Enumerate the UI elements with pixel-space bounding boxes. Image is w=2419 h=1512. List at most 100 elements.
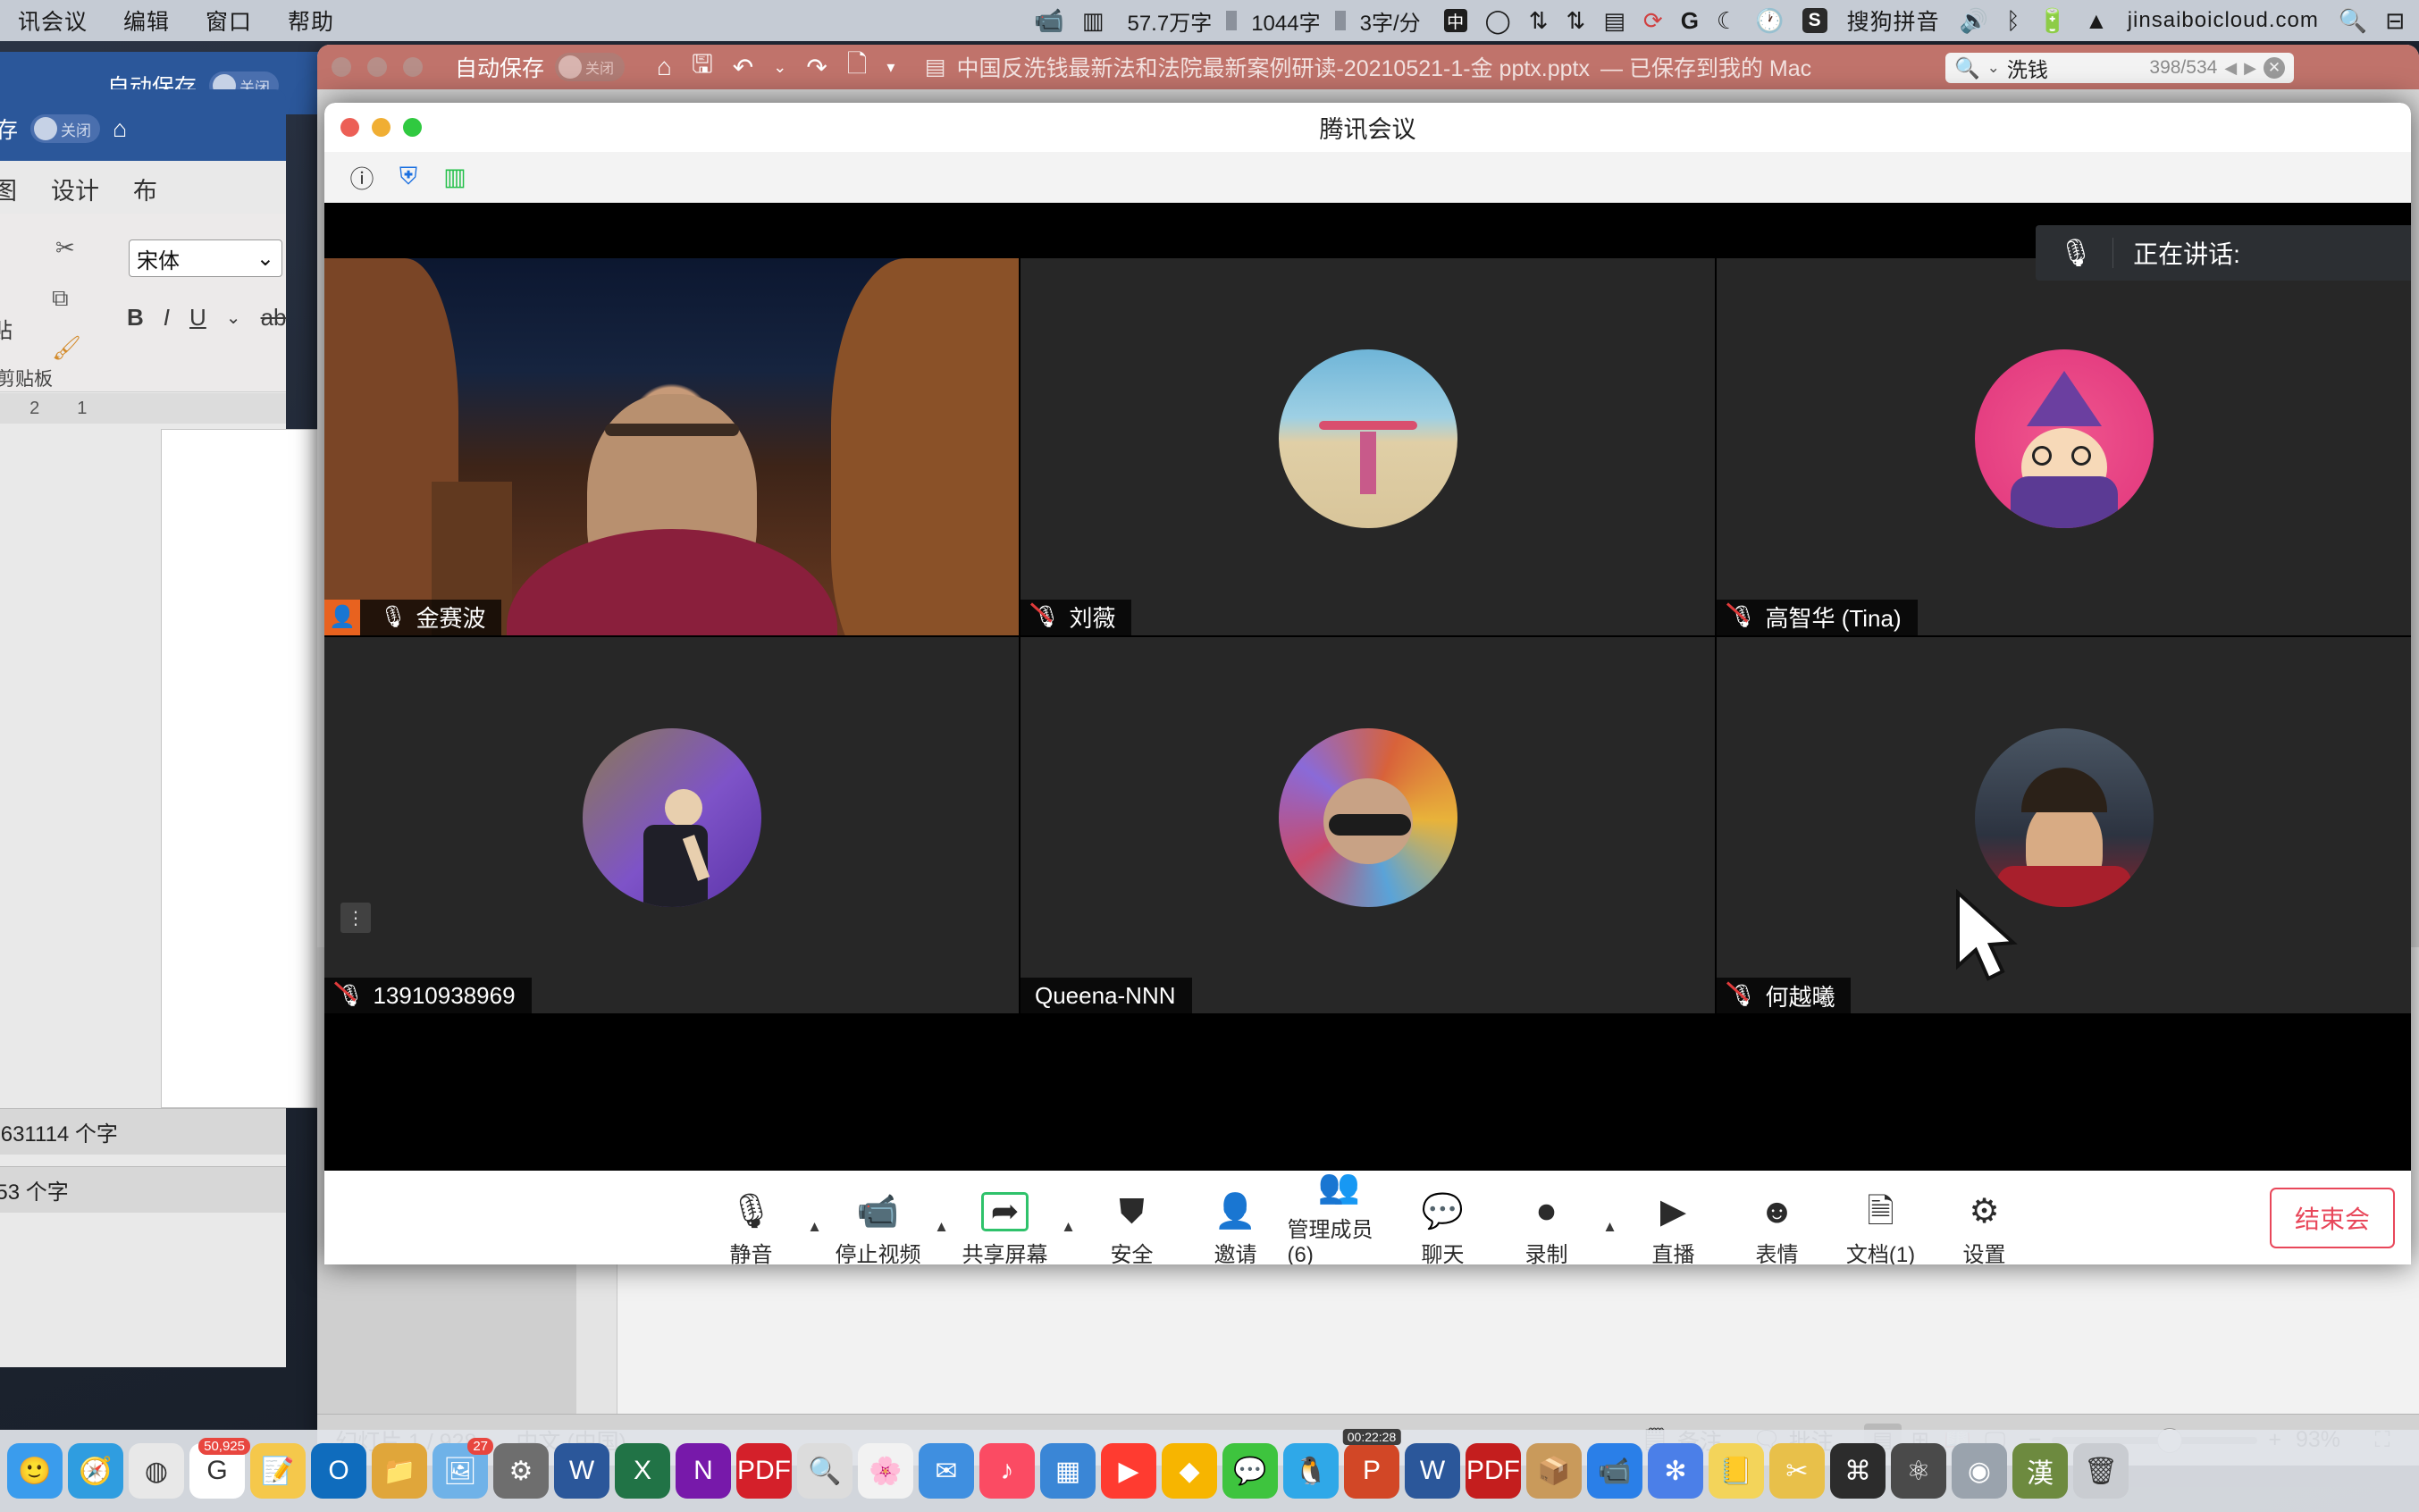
end-meeting-button[interactable]: 结束会 xyxy=(2269,1187,2395,1248)
invite-button[interactable]: 👤 邀请 xyxy=(1184,1192,1288,1264)
battery-charging-icon[interactable]: 🔋 xyxy=(2038,7,2067,35)
powerpoint-search-box[interactable]: 🔍 ⌄ 洗钱 398/534 ◀ ▶ ✕ xyxy=(1945,53,2294,83)
server-icon[interactable]: ▤ xyxy=(1603,7,1625,35)
manage-participants-button[interactable]: 👥 管理成员(6) xyxy=(1288,1167,1391,1264)
dock-item-acrobat[interactable]: PDF xyxy=(736,1443,792,1499)
meeting-toolbar[interactable]: ⓘ ⛨ ▥ xyxy=(324,152,2411,203)
word-statistics[interactable]: 57.7万字 1044字 3字/分 xyxy=(1121,5,1425,37)
g-app-icon[interactable]: G xyxy=(1681,7,1699,35)
ribbon-tab-layout[interactable]: 布 xyxy=(133,172,157,206)
dock-item-files[interactable]: 📁 xyxy=(372,1443,427,1499)
record-options-caret[interactable]: ▲ xyxy=(1599,1218,1622,1264)
word-stats-icon[interactable]: ▥ xyxy=(1082,7,1105,35)
control-center-icon[interactable]: ⊟ xyxy=(2385,7,2405,35)
minimize-button[interactable] xyxy=(367,57,387,77)
dock-item-qq[interactable]: 🐧 xyxy=(1283,1443,1339,1499)
dock-item-calendar-grid[interactable]: ▦ xyxy=(1040,1443,1096,1499)
live-stream-button[interactable]: ▶ 直播 xyxy=(1622,1192,1726,1264)
participant-tile[interactable]: 🎙 高智华 (Tina) xyxy=(1717,258,2411,635)
camera-icon[interactable]: 📹 xyxy=(1034,6,1064,35)
share-screen-button[interactable]: ➦ 共享屏幕 xyxy=(953,1192,1057,1264)
dock-item-sketch[interactable]: ◆ xyxy=(1162,1443,1217,1499)
dock-item-finder[interactable]: 🙂 xyxy=(7,1443,63,1499)
do-not-disturb-icon[interactable]: ☾ xyxy=(1717,7,1737,35)
participant-tile[interactable]: 👤 🎙 金赛波 xyxy=(324,258,1019,635)
stop-video-button[interactable]: 📹 停止视频 xyxy=(827,1192,930,1264)
security-button[interactable]: ⛊ 安全 xyxy=(1080,1192,1184,1264)
maximize-button[interactable] xyxy=(403,118,422,137)
search-input-value[interactable]: 洗钱 xyxy=(2007,53,2048,83)
settings-button[interactable]: ⚙ 设置 xyxy=(1933,1192,2037,1264)
bold-button[interactable]: B xyxy=(127,304,144,332)
chevron-down-icon[interactable]: ⌄ xyxy=(256,246,274,272)
participant-tile[interactable]: 🎙 何越曦 xyxy=(1717,636,2411,1013)
home-icon[interactable]: ⌂ xyxy=(113,115,127,143)
emoji-button[interactable]: ☻ 表情 xyxy=(1726,1192,1829,1264)
search-dropdown-icon[interactable]: ⌄ xyxy=(1987,59,2000,77)
transfer-icon[interactable]: ⇅ xyxy=(1529,7,1549,35)
meeting-title-bar[interactable]: 腾讯会议 xyxy=(324,103,2411,152)
dock-item-word-2[interactable]: W xyxy=(1405,1443,1460,1499)
font-name-select[interactable]: 宋体 ⌄ xyxy=(129,239,282,277)
menu-help[interactable]: 帮助 xyxy=(270,4,352,37)
meeting-window-controls[interactable] xyxy=(340,118,422,137)
dock-item-excel[interactable]: X xyxy=(615,1443,670,1499)
network-stats-icon[interactable]: ▥ xyxy=(437,159,473,195)
video-options-caret[interactable]: ▲ xyxy=(930,1218,953,1264)
dock-item-pdf-reader[interactable]: PDF xyxy=(1466,1443,1521,1499)
meeting-controls[interactable]: 🎙 静音 ▲ 📹 停止视频 ▲ ➦ 共享屏幕 ▲ ⛊ 安全 👤 邀请 👥 管理成… xyxy=(700,1167,2037,1264)
home-icon[interactable]: ⌂ xyxy=(657,53,672,81)
chat-button[interactable]: 💬 聊天 xyxy=(1391,1192,1495,1264)
customize-dropdown-icon[interactable]: ▾ xyxy=(886,58,895,77)
powerpoint-title-bar[interactable]: 自动保存 关闭 ⌂ 🖫 ↶ ⌄ ↷ 🗋 ▾ ▤ 中国反洗钱最新法和法院最新案例研… xyxy=(317,45,2419,89)
italic-button[interactable]: I xyxy=(164,304,170,332)
close-button[interactable] xyxy=(332,57,351,77)
time-machine-icon[interactable]: 🕐 xyxy=(1755,7,1784,35)
ime-indicator[interactable]: 中 xyxy=(1443,9,1467,32)
redo-icon[interactable]: ↷ xyxy=(806,53,827,82)
dock-item-package[interactable]: 📦 xyxy=(1526,1443,1582,1499)
format-painter-icon[interactable]: 🖌 xyxy=(52,334,81,362)
participant-tile[interactable]: 🎙 刘薇 xyxy=(1021,258,1715,635)
sync-icon[interactable]: ◯ xyxy=(1485,7,1511,35)
prev-match-icon[interactable]: ◀ xyxy=(2224,59,2237,78)
dock-item-airdrop[interactable]: ◉ xyxy=(1952,1443,2007,1499)
undo-dropdown-icon[interactable]: ⌄ xyxy=(773,58,786,77)
wifi-icon[interactable]: ▲ xyxy=(2085,7,2108,35)
underline-button[interactable]: U xyxy=(189,304,206,332)
new-file-icon[interactable]: 🗋 xyxy=(847,46,868,88)
bluetooth-icon[interactable]: ᛒ xyxy=(2006,7,2020,35)
meeting-control-bar[interactable]: 🎙 静音 ▲ 📹 停止视频 ▲ ➦ 共享屏幕 ▲ ⛊ 安全 👤 邀请 👥 管理成… xyxy=(324,1170,2411,1264)
powerpoint-quick-access-toolbar[interactable]: ⌂ 🖫 ↶ ⌄ ↷ 🗋 ▾ xyxy=(657,46,895,88)
next-match-icon[interactable]: ▶ xyxy=(2244,59,2256,78)
tencent-meeting-window[interactable]: 腾讯会议 ⓘ ⛨ ▥ 🎙 正在讲话: 👤 🎙 金赛波 🎙 刘薇 🎙 高智华 (T… xyxy=(324,103,2411,1264)
dock-item-safari[interactable]: 🧭 xyxy=(68,1443,123,1499)
dock-item-onenote[interactable]: N xyxy=(676,1443,731,1499)
participant-tile[interactable]: ⋮ 🎙 13910938969 xyxy=(324,636,1019,1013)
account-label[interactable]: jinsaiboicloud.com xyxy=(2126,8,2321,33)
autosave-toggle[interactable]: 关闭 xyxy=(30,114,101,143)
refresh-circle-icon[interactable]: ⟳ xyxy=(1643,7,1663,35)
word-window-back-2[interactable]: 自动保存 关闭 ⌂ xyxy=(0,89,286,161)
dock-item-app-store[interactable]: ✻ xyxy=(1648,1443,1703,1499)
dock-item-video-player[interactable]: ▶ xyxy=(1101,1443,1156,1499)
sogou-icon[interactable]: S xyxy=(1802,8,1827,33)
word-autosave-back-2[interactable]: 自动保存 关闭 ⌂ xyxy=(0,113,127,145)
dock-item-photos[interactable]: 🌸 xyxy=(858,1443,913,1499)
dock-item-system-preferences[interactable]: ⚙ xyxy=(493,1443,549,1499)
macos-dock[interactable]: 🙂 🧭 ◍ G 50,925 📝 O 📁 🖼 27 ⚙ W X N PDF 🔍 🌸 ✉ ♪ ▦ ▶ ◆ 💬 🐧 P 00:22:2… xyxy=(0,1429,2419,1512)
dock-item-scissors-app[interactable]: ✂ xyxy=(1769,1443,1825,1499)
menu-window[interactable]: 窗口 xyxy=(188,4,270,37)
dock-item-music[interactable]: ♪ xyxy=(979,1443,1035,1499)
dock-item-powerpoint[interactable]: P 00:22:28 xyxy=(1342,1429,1401,1499)
dock-item-settings-app[interactable]: ⚛ xyxy=(1891,1443,1946,1499)
dock-item-notes-2[interactable]: 📒 xyxy=(1709,1443,1764,1499)
powerpoint-autosave[interactable]: 自动保存 关闭 xyxy=(455,51,626,83)
mute-button[interactable]: 🎙 静音 xyxy=(700,1192,803,1264)
macos-menu-bar[interactable]: 讯会议 编辑 窗口 帮助 📹 ▥ 57.7万字 1044字 3字/分 中 ◯ ⇅… xyxy=(0,0,2419,41)
dock-item-notes[interactable]: 📝 xyxy=(250,1443,306,1499)
scissors-icon[interactable]: ✂ xyxy=(55,234,75,262)
dock-item-word[interactable]: W xyxy=(554,1443,609,1499)
spotlight-search-icon[interactable]: 🔍 xyxy=(2339,7,2367,35)
dock-item-wps[interactable]: G 50,925 xyxy=(189,1438,250,1499)
